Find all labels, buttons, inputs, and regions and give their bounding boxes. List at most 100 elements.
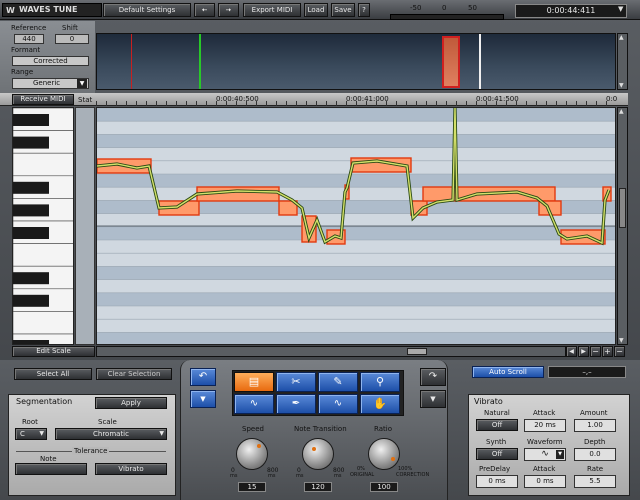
vibrato-line-icon: ∿ (249, 398, 259, 409)
attack2-field[interactable]: 0 ms (524, 475, 566, 488)
ratio-value[interactable]: 100 (370, 482, 398, 492)
clear-selection-button[interactable]: Clear Selection (96, 368, 172, 380)
scroll-up-icon[interactable]: ▲ (619, 108, 624, 115)
vibrato-tolerance-field[interactable]: Vibrato (95, 463, 167, 475)
auto-scroll-button[interactable]: Auto Scroll (472, 366, 544, 378)
scroll-down-icon[interactable]: ▼ (619, 337, 624, 344)
scroll-right-icon[interactable]: ▶ (578, 346, 589, 357)
white-key[interactable] (13, 152, 74, 177)
piano-keys-graphic (13, 108, 74, 345)
black-key[interactable] (13, 181, 49, 194)
curve-tool-button[interactable]: ∿ (318, 394, 358, 414)
meter-tick-minus50: -50 (410, 4, 422, 12)
white-key[interactable] (13, 243, 74, 267)
tolerance-label: Tolerance (72, 447, 110, 455)
note-transition-knob[interactable] (302, 438, 334, 470)
overview-selection-box[interactable] (442, 36, 460, 88)
editor-vscroll[interactable]: ▲ ▼ (617, 107, 628, 345)
pitch-lane (97, 279, 615, 293)
zoom-out-h-icon[interactable]: − (614, 346, 625, 357)
scroll-up-icon[interactable]: ▲ (619, 34, 624, 41)
waveform-dropdown[interactable]: ∿ ▼ (524, 448, 566, 461)
black-key[interactable] (13, 340, 49, 345)
natural-toggle[interactable]: Off (476, 419, 518, 431)
speed-max-unit: ms (268, 473, 276, 479)
amount-field[interactable]: 1.00 (574, 419, 616, 432)
redo-preset-button[interactable]: 🠦 (218, 3, 239, 17)
black-key[interactable] (13, 136, 49, 149)
predelay-field[interactable]: 0 ms (476, 475, 518, 488)
scale-dropdown[interactable]: Chromatic ▼ (55, 428, 167, 440)
white-key[interactable] (13, 311, 74, 335)
ratio-max-unit: CORRECTION (396, 472, 430, 478)
black-key[interactable] (13, 294, 49, 307)
depth-field[interactable]: 0.0 (574, 448, 616, 461)
black-key[interactable] (13, 114, 49, 126)
undo-button[interactable]: ↶ (190, 368, 216, 386)
piano-keyboard[interactable] (12, 107, 74, 345)
pencil-tool-button[interactable]: ✎ (318, 372, 358, 392)
help-button[interactable]: ? (358, 3, 370, 17)
arrow-left-icon: 🠤 (201, 6, 208, 14)
pitch-editor[interactable] (96, 107, 616, 345)
black-key[interactable] (13, 272, 49, 285)
black-key[interactable] (13, 204, 49, 217)
line-tool-button[interactable]: ✒ (276, 394, 316, 414)
edit-scale-button[interactable]: Edit Scale (12, 346, 95, 357)
segment-tool-button[interactable]: ▤ (234, 372, 274, 392)
rate-field[interactable]: 5.5 (574, 475, 616, 488)
cut-tool-button[interactable]: ✂ (276, 372, 316, 392)
save-button[interactable]: Save (331, 3, 355, 17)
attack-field[interactable]: 20 ms (524, 419, 566, 432)
scroll-left-icon[interactable]: ◀ (566, 346, 577, 357)
load-button[interactable]: Load (304, 3, 328, 17)
synth-toggle[interactable]: Off (476, 448, 518, 460)
time-dropdown-icon[interactable]: ▼ (618, 5, 623, 13)
speed-knob[interactable] (236, 438, 268, 470)
time-mark-1: 0:00:40:500 (216, 95, 259, 103)
speed-value[interactable]: 15 (238, 482, 266, 492)
root-dropdown[interactable]: C ▼ (15, 428, 47, 440)
time-mark-3: 0:00:41:500 (476, 95, 519, 103)
speed-label: Speed (242, 425, 264, 433)
receive-midi-button[interactable]: Receive MIDI (12, 94, 74, 105)
zoom-tool-button[interactable]: ⚲ (360, 372, 400, 392)
scale-label: Scale (98, 418, 117, 426)
note-tolerance-field[interactable] (15, 463, 87, 475)
undo-menu-button[interactable]: ▼ (190, 390, 216, 408)
shift-value[interactable]: 0 (55, 34, 89, 44)
ratio-knob[interactable] (368, 438, 400, 470)
arrow-right-icon: 🠦 (225, 6, 232, 14)
preset-selector[interactable]: Default Settings (103, 3, 191, 17)
hand-tool-button[interactable]: ✋ (360, 394, 400, 414)
undo-preset-button[interactable]: 🠤 (194, 3, 215, 17)
export-midi-button[interactable]: Export MIDI (243, 3, 301, 17)
chevron-down-icon: ▼ (430, 395, 436, 403)
pitch-lane (97, 240, 615, 254)
rate-label: Rate (587, 465, 604, 473)
note-transition-value[interactable]: 120 (304, 482, 332, 492)
vibrato-tool-button[interactable]: ∿ (234, 394, 274, 414)
range-dropdown[interactable]: Generic ▼ (12, 78, 89, 89)
redo-button[interactable]: ↷ (420, 368, 446, 386)
formant-value[interactable]: Corrected (12, 56, 89, 66)
pitch-lane (97, 332, 615, 344)
chevron-down-icon: ▼ (200, 395, 206, 403)
black-key[interactable] (13, 227, 49, 239)
select-all-button[interactable]: Select All (14, 368, 92, 380)
reference-value[interactable]: 440 (14, 34, 44, 44)
scroll-down-icon[interactable]: ▼ (619, 82, 624, 89)
editor-hscroll[interactable] (96, 346, 566, 357)
overview-strip[interactable] (96, 33, 616, 90)
pitch-lane (97, 266, 615, 280)
hscroll-thumb[interactable] (407, 348, 427, 355)
meter-tick-50: 50 (468, 4, 477, 12)
zoom-out-icon[interactable]: − (590, 346, 601, 357)
overview-scrollbar[interactable]: ▲ ▼ (617, 33, 628, 90)
root-value: C (20, 430, 25, 438)
apply-button[interactable]: Apply (95, 397, 167, 409)
vscroll-thumb[interactable] (619, 188, 626, 228)
zoom-in-icon[interactable]: + (602, 346, 613, 357)
redo-menu-button[interactable]: ▼ (420, 390, 446, 408)
speed-min-unit: ms (230, 473, 238, 479)
